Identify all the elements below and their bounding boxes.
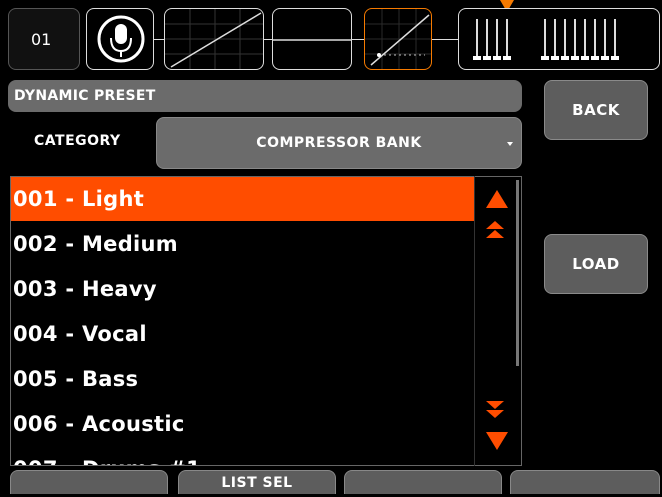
page-down-icon[interactable] (486, 401, 504, 418)
list-sel-softkey[interactable]: LIST SEL (178, 470, 336, 494)
list-item-selected[interactable]: 001 - Light (11, 177, 475, 221)
softkey-3[interactable] (344, 470, 502, 494)
back-button[interactable]: BACK (544, 80, 648, 140)
category-label: CATEGORY (34, 133, 121, 149)
compressor-curve-icon (365, 9, 431, 69)
list-item[interactable]: 006 - Acoustic (11, 402, 475, 446)
mic-input-module[interactable] (86, 8, 154, 70)
module-link (432, 39, 458, 40)
softkey-4[interactable] (510, 470, 660, 494)
dynamics-module[interactable] (364, 8, 432, 70)
list-item[interactable]: 007 - Drums #1 (11, 447, 475, 465)
channel-number: 01 (8, 8, 80, 70)
module-link (352, 39, 364, 40)
category-value: COMPRESSOR BANK (256, 135, 422, 151)
eq-module[interactable] (272, 8, 352, 70)
gate-curve-icon (165, 9, 263, 69)
list-divider (474, 176, 475, 466)
eq-curve-icon (273, 39, 351, 41)
preset-name-field[interactable]: DYNAMIC PRESET (8, 80, 522, 112)
load-button[interactable]: LOAD (544, 234, 648, 294)
list-scrollbar[interactable] (516, 180, 519, 366)
list-item[interactable]: 002 - Medium (11, 222, 475, 266)
list-item[interactable]: 005 - Bass (11, 357, 475, 401)
fader-bank-icon (473, 19, 619, 60)
microphone-icon (97, 15, 145, 63)
scroll-up-icon[interactable] (486, 190, 508, 208)
module-link (264, 39, 272, 40)
page-up-icon[interactable] (486, 221, 504, 238)
list-item[interactable]: 003 - Heavy (11, 267, 475, 311)
list-item[interactable]: 004 - Vocal (11, 312, 475, 356)
category-dropdown[interactable]: COMPRESSOR BANK (156, 117, 522, 169)
scroll-down-icon[interactable] (486, 432, 508, 450)
preset-list[interactable]: 001 - Light 002 - Medium 003 - Heavy 004… (10, 176, 522, 466)
gate-module[interactable] (164, 8, 264, 70)
fader-module[interactable] (458, 8, 660, 70)
chevron-down-icon (507, 142, 513, 146)
softkey-1[interactable] (10, 470, 168, 494)
module-link (154, 39, 164, 40)
